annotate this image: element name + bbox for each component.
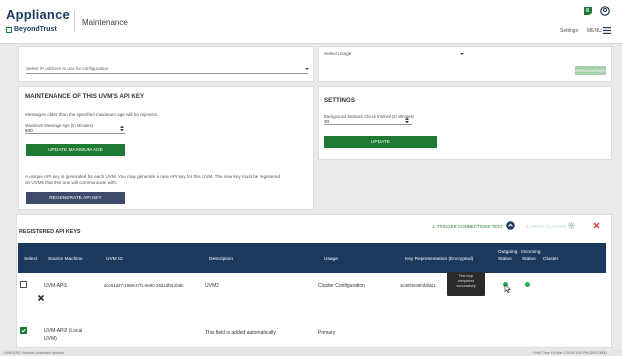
- ip-address-select[interactable]: Select IP address to use for configurati…: [26, 66, 308, 74]
- max-age-input[interactable]: 600: [25, 128, 125, 134]
- brand-label: BeyondTrust: [14, 26, 57, 33]
- play-icon[interactable]: [506, 221, 515, 230]
- interval-input[interactable]: 30: [324, 119, 412, 125]
- update-settings-label: UPDATE: [370, 139, 391, 145]
- regenerate-api-key-label: REGENERATE API KEY: [49, 195, 102, 201]
- row-api-key: 3e48f4949f4fdfdd1: [400, 283, 436, 288]
- tooltip-line3: successfully: [456, 284, 476, 288]
- row-usage: Primary: [318, 330, 336, 336]
- col-usage: Usage: [324, 257, 338, 262]
- ip-address-select-placeholder: Select IP address to use for configurati…: [26, 66, 109, 71]
- col-cluster: Cluster: [543, 257, 559, 262]
- registered-keys-title: REGISTERED API KEYS: [19, 229, 81, 235]
- close-icon[interactable]: [593, 222, 600, 229]
- settings-panel: SETTINGS Background Network Check Interv…: [318, 86, 612, 160]
- app-header: Appliance BeyondTrust Maintenance Settin…: [0, 0, 622, 44]
- api-key-panel-title: MAINTENANCE OF THIS UVM'S API KEY: [25, 93, 145, 100]
- page-title: Maintenance: [82, 18, 128, 27]
- col-outgoing: Outgoing: [498, 250, 518, 255]
- menu-label: MENU: [587, 28, 602, 34]
- usage-panel: Select Usage ASSIGN UPDATE: [318, 46, 612, 82]
- status-tooltip: Test loop completed successfully: [447, 272, 485, 296]
- start-cluster-button[interactable]: 2. START CLUSTER: [526, 224, 567, 229]
- col-api-key: Key Representation (Encrypted): [405, 257, 474, 262]
- chevron-down-icon: [460, 53, 464, 55]
- brand-name: BeyondTrust: [6, 26, 57, 33]
- stepper-icon[interactable]: [405, 117, 409, 124]
- col-select: Select: [24, 257, 38, 262]
- row-description: This field is added automatically: [205, 330, 276, 336]
- cluster-icon: [568, 222, 575, 229]
- update-max-age-label: UPDATE MAXIMUM AGE: [48, 147, 103, 153]
- menu-button[interactable]: MENU: [587, 28, 602, 34]
- update-max-age-button[interactable]: UPDATE MAXIMUM AGE: [26, 144, 125, 156]
- row-description: UVM2: [205, 283, 219, 289]
- row-source-machine: UVM-APi2 (Local: [44, 328, 83, 334]
- stepper-icon[interactable]: [120, 125, 124, 132]
- user-icon[interactable]: [600, 6, 610, 16]
- bt-app-icon[interactable]: [583, 6, 593, 16]
- regenerate-description-line1: A unique API key is generated for each U…: [25, 174, 281, 179]
- interval-value: 30: [324, 119, 330, 124]
- beyondtrust-logo-icon: [6, 26, 12, 33]
- header-divider: [74, 10, 75, 32]
- col-source-machine: Source Machine: [48, 257, 83, 262]
- row-uvm-id: dce61d27-1988-47f1-9e80-25d1df912b9b: [104, 283, 184, 288]
- checkmark-icon: [21, 328, 26, 333]
- row-source-machine-line2: UVM): [44, 336, 57, 342]
- settings-panel-title: SETTINGS: [324, 97, 355, 104]
- col-description: Description: [209, 257, 233, 262]
- app-title: Appliance: [6, 7, 70, 22]
- update-settings-button[interactable]: UPDATE: [324, 136, 437, 148]
- regenerate-description-line2: on UVMs that this one will communicate w…: [25, 180, 118, 185]
- col-outgoing-status: Status: [498, 257, 512, 262]
- regenerate-api-key-button[interactable]: REGENERATE API KEY: [26, 192, 125, 204]
- incoming-status-indicator: [525, 282, 530, 287]
- assign-update-label: ASSIGN UPDATE: [575, 68, 606, 73]
- usage-select-placeholder: Select Usage: [324, 51, 352, 56]
- footer-uvm-time: UVM Time Fri Mar 1 2019 1:42 PM GMT-0500: [533, 350, 607, 355]
- usage-select[interactable]: Select Usage: [324, 51, 351, 56]
- start-cluster-label: 2. START CLUSTER: [526, 224, 567, 229]
- max-age-description: Messages older than the specified maximu…: [25, 112, 158, 117]
- col-incoming: Incoming: [521, 250, 541, 255]
- ip-config-panel: Select IP address to use for configurati…: [18, 46, 314, 82]
- cursor-icon: [504, 284, 511, 293]
- trigger-connections-test-button[interactable]: 1. TRIGGER CONNECTIONS TEST: [432, 224, 503, 229]
- footer-version: UVM-APi2 Version: Unknown Version: [4, 350, 64, 355]
- row-select-checkbox[interactable]: [20, 281, 27, 288]
- api-key-maintenance-panel: MAINTENANCE OF THIS UVM'S API KEY Messag…: [18, 86, 314, 210]
- hamburger-icon[interactable]: [603, 27, 611, 34]
- registered-api-keys-panel: REGISTERED API KEYS 1. TRIGGER CONNECTIO…: [16, 214, 612, 348]
- row-usage: Cluster Configuration: [318, 283, 365, 289]
- keys-table-header: Select Source Machine UVM ID Description…: [18, 243, 606, 273]
- col-uvm-id: UVM ID: [106, 257, 123, 262]
- assign-update-button[interactable]: ASSIGN UPDATE: [575, 66, 606, 75]
- max-age-value: 600: [25, 128, 33, 133]
- brand: Appliance BeyondTrust: [6, 7, 70, 33]
- trigger-connections-test-label: 1. TRIGGER CONNECTIONS TEST: [432, 224, 503, 229]
- settings-link[interactable]: Settings: [560, 28, 578, 34]
- col-incoming-status: Status: [522, 257, 536, 262]
- row-select-checkbox[interactable]: [20, 327, 27, 334]
- remove-icon[interactable]: [38, 295, 44, 301]
- row-source-machine: UVM-APi1: [44, 283, 68, 289]
- chevron-down-icon: [305, 68, 309, 70]
- status-footer: [0, 350, 622, 356]
